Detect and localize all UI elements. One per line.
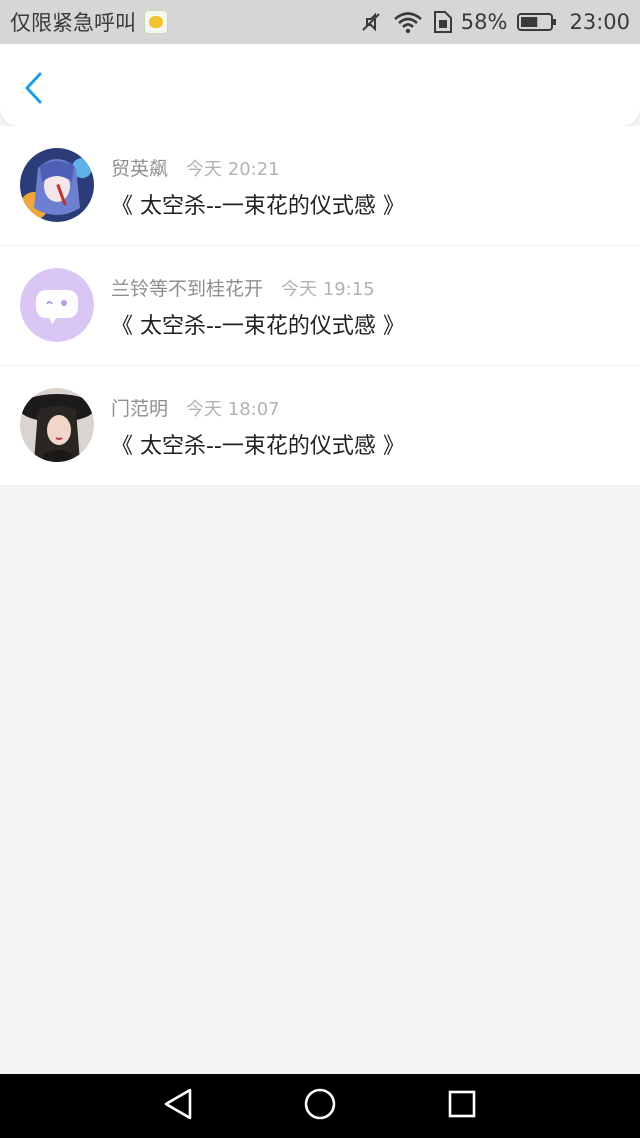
item-meta: 贸英飙 今天 20:21	[111, 154, 280, 181]
battery-percent: 58%	[460, 10, 508, 34]
item-meta: 门范明 今天 18:07	[111, 394, 280, 421]
author-name: 贸英飙	[111, 158, 169, 180]
wifi-icon	[393, 10, 423, 34]
screen: 仅限紧急呼叫 58% 23:00 贸英飙 今天 20:21 《 太空杀--一束花…	[0, 0, 640, 1138]
chat-bubble-avatar-icon	[20, 268, 94, 342]
item-time: 今天 20:21	[186, 159, 280, 180]
status-left: 仅限紧急呼叫	[10, 7, 168, 37]
navigation-bar	[0, 1074, 640, 1138]
item-title: 《 太空杀--一束花的仪式感 》	[111, 194, 405, 219]
anime-avatar-icon	[20, 148, 94, 222]
mute-icon	[359, 10, 383, 34]
item-title: 《 太空杀--一束花的仪式感 》	[111, 434, 405, 459]
app-notification-icon	[144, 10, 168, 34]
nav-home-button[interactable]	[302, 1088, 338, 1124]
triangle-back-icon	[162, 1087, 194, 1125]
author-name: 门范明	[111, 398, 169, 420]
item-title: 《 太空杀--一束花的仪式感 》	[111, 314, 405, 339]
avatar[interactable]	[20, 148, 94, 222]
avatar[interactable]	[20, 388, 94, 462]
item-time: 今天 18:07	[186, 399, 280, 420]
item-time: 今天 19:15	[281, 279, 375, 300]
chevron-left-icon	[22, 71, 46, 109]
avatar[interactable]	[20, 268, 94, 342]
clock: 23:00	[569, 10, 630, 34]
nav-back-button[interactable]	[160, 1088, 196, 1124]
back-button[interactable]	[14, 70, 54, 110]
author-name: 兰铃等不到桂花开	[111, 278, 264, 300]
photo-avatar-icon	[20, 388, 94, 462]
item-meta: 兰铃等不到桂花开 今天 19:15	[111, 274, 375, 301]
sim-card-icon	[433, 10, 453, 34]
battery-icon	[517, 11, 557, 33]
list-item[interactable]: 门范明 今天 18:07 《 太空杀--一束花的仪式感 》	[0, 366, 640, 486]
nav-recent-button[interactable]	[444, 1088, 480, 1124]
status-right: 58% 23:00	[359, 10, 630, 34]
list-item[interactable]: 兰铃等不到桂花开 今天 19:15 《 太空杀--一束花的仪式感 》	[0, 246, 640, 366]
carrier-text: 仅限紧急呼叫	[10, 11, 136, 35]
message-list: 贸英飙 今天 20:21 《 太空杀--一束花的仪式感 》 兰铃等不到桂花开 今…	[0, 126, 640, 486]
status-bar: 仅限紧急呼叫 58% 23:00	[0, 0, 640, 44]
header	[0, 44, 640, 126]
list-item[interactable]: 贸英飙 今天 20:21 《 太空杀--一束花的仪式感 》	[0, 126, 640, 246]
circle-home-icon	[303, 1087, 337, 1125]
square-recent-icon	[446, 1088, 478, 1124]
